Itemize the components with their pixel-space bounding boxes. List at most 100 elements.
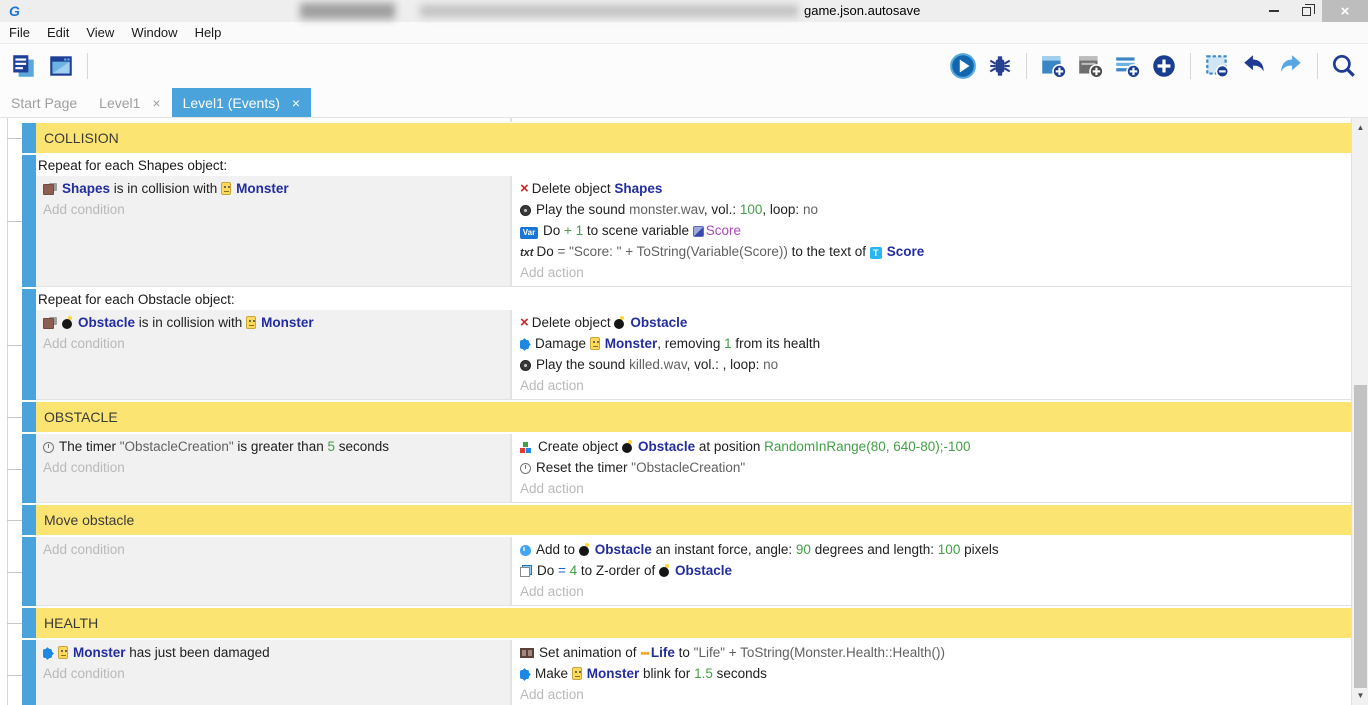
text-segment: to Z-order of bbox=[577, 563, 659, 578]
scrollbar-thumb[interactable] bbox=[1354, 385, 1367, 688]
redo-icon bbox=[1277, 52, 1305, 80]
add-action-button[interactable]: Add action bbox=[520, 375, 1351, 396]
scene-editor-button[interactable] bbox=[47, 52, 75, 80]
event-selection-bar[interactable] bbox=[22, 434, 36, 503]
actions-column: ×Delete object ObstacleDamage Monster, r… bbox=[512, 310, 1351, 399]
text-segment: 90 bbox=[796, 542, 811, 557]
condition-row[interactable]: The timer "ObstacleCreation" is greater … bbox=[43, 436, 510, 457]
action-row[interactable]: Set animation of •••Life to "Life" + ToS… bbox=[520, 642, 1351, 663]
tab-close-icon[interactable]: × bbox=[292, 95, 300, 111]
tab-start-page[interactable]: Start Page bbox=[0, 88, 88, 117]
tab-close-icon[interactable]: × bbox=[152, 95, 160, 111]
event-selection-bar[interactable] bbox=[22, 155, 36, 287]
event-group-header[interactable]: HEALTH bbox=[36, 608, 1351, 638]
add-subevent-button[interactable] bbox=[1076, 52, 1104, 80]
undo-button[interactable] bbox=[1240, 52, 1268, 80]
text-segment: to scene variable bbox=[583, 223, 693, 238]
event-selection-bar[interactable] bbox=[22, 505, 36, 535]
add-label: Add condition bbox=[43, 202, 125, 217]
tab-level1-events[interactable]: Level1 (Events) × bbox=[172, 88, 311, 117]
menu-view[interactable]: View bbox=[86, 25, 114, 40]
action-row[interactable]: Play the sound monster.wav, vol.: 100, l… bbox=[520, 199, 1351, 220]
text-segment: Monster bbox=[73, 645, 126, 660]
add-condition-button[interactable]: Add condition bbox=[43, 457, 510, 478]
debug-button[interactable] bbox=[986, 52, 1014, 80]
action-row[interactable]: Play the sound killed.wav, vol.: , loop:… bbox=[520, 354, 1351, 375]
event-selection-bar[interactable] bbox=[22, 289, 36, 400]
menu-window[interactable]: Window bbox=[131, 25, 177, 40]
event-content: Repeat for each Obstacle object:Obstacle… bbox=[36, 289, 1351, 400]
text-segment: seconds bbox=[713, 666, 767, 681]
action-row[interactable]: ×Delete object Shapes bbox=[520, 178, 1351, 199]
events-sheet: COLLISIONRepeat for each Shapes object:S… bbox=[0, 118, 1368, 705]
add-comment-button[interactable] bbox=[1113, 52, 1141, 80]
add-condition-button[interactable]: Add condition bbox=[43, 333, 510, 354]
action-row[interactable]: VarDo + 1 to scene variable Score bbox=[520, 220, 1351, 241]
conditions-column: The timer "ObstacleCreation" is greater … bbox=[36, 434, 512, 502]
redo-button[interactable] bbox=[1277, 52, 1305, 80]
menu-file[interactable]: File bbox=[9, 25, 30, 40]
add-condition-button[interactable]: Add condition bbox=[43, 663, 510, 684]
action-row[interactable]: Reset the timer "ObstacleCreation" bbox=[520, 457, 1351, 478]
force-icon bbox=[520, 545, 531, 556]
scroll-up-icon[interactable]: ▲ bbox=[1352, 120, 1368, 135]
event-group-header[interactable]: OBSTACLE bbox=[36, 402, 1351, 432]
action-row[interactable]: ×Delete object Obstacle bbox=[520, 312, 1351, 333]
minimize-icon bbox=[1269, 10, 1279, 12]
action-row[interactable]: Add to Obstacle an instant force, angle:… bbox=[520, 539, 1351, 560]
condition-row[interactable]: Obstacle is in collision with Monster bbox=[43, 312, 510, 333]
menu-help[interactable]: Help bbox=[195, 25, 222, 40]
event-group-header[interactable]: COLLISION bbox=[36, 123, 1351, 153]
scroll-down-icon[interactable]: ▼ bbox=[1352, 688, 1368, 703]
deselect-icon bbox=[1203, 52, 1231, 80]
text-segment: blink for bbox=[639, 666, 694, 681]
event-selection-bar[interactable] bbox=[22, 537, 36, 606]
text-segment: degrees and length: bbox=[811, 542, 938, 557]
event-block: Monster has just been damagedAdd conditi… bbox=[22, 640, 1351, 705]
add-action-button[interactable]: Add action bbox=[520, 684, 1351, 705]
minimize-button[interactable] bbox=[1258, 0, 1290, 22]
text-segment: Play the sound bbox=[536, 357, 629, 372]
text-segment: is greater than bbox=[234, 439, 328, 454]
close-button[interactable]: × bbox=[1322, 0, 1368, 22]
text-segment: killed.wav bbox=[629, 357, 687, 372]
add-label: Add action bbox=[520, 378, 584, 393]
event-block: The timer "ObstacleCreation" is greater … bbox=[22, 434, 1351, 503]
event-selection-bar[interactable] bbox=[22, 402, 36, 432]
action-row[interactable]: Do = 4 to Z-order of Obstacle bbox=[520, 560, 1351, 581]
actions-column: Create object Obstacle at position Rando… bbox=[512, 434, 1351, 502]
search-button[interactable] bbox=[1330, 52, 1358, 80]
event-selection-bar[interactable] bbox=[22, 640, 36, 705]
text-segment: Reset the timer bbox=[536, 460, 631, 475]
action-row[interactable]: Make Monster blink for 1.5 seconds bbox=[520, 663, 1351, 684]
conditions-column: Obstacle is in collision with MonsterAdd… bbox=[36, 310, 512, 399]
add-condition-button[interactable]: Add condition bbox=[43, 539, 510, 560]
action-row[interactable]: Create object Obstacle at position Rando… bbox=[520, 436, 1351, 457]
add-action-button[interactable]: Add action bbox=[520, 262, 1351, 283]
sound-icon bbox=[520, 360, 531, 371]
add-condition-button[interactable]: Add condition bbox=[43, 199, 510, 220]
add-new-button[interactable] bbox=[1150, 52, 1178, 80]
event-selection-bar[interactable] bbox=[22, 608, 36, 638]
add-action-button[interactable]: Add action bbox=[520, 478, 1351, 499]
add-event-button[interactable] bbox=[1039, 52, 1067, 80]
zorder-icon bbox=[520, 565, 532, 577]
action-row[interactable]: txtDo = "Score: " + ToString(Variable(Sc… bbox=[520, 241, 1351, 262]
action-row[interactable]: Damage Monster, removing 1 from its heal… bbox=[520, 333, 1351, 354]
menu-edit[interactable]: Edit bbox=[47, 25, 69, 40]
text-segment: , vol.: bbox=[704, 202, 740, 217]
tab-level1[interactable]: Level1 × bbox=[88, 88, 171, 117]
condition-row[interactable]: Shapes is in collision with Monster bbox=[43, 178, 510, 199]
event-selection-bar[interactable] bbox=[22, 123, 36, 153]
play-button[interactable] bbox=[949, 52, 977, 80]
bomb-object-icon bbox=[614, 316, 625, 329]
blurred-text-block bbox=[420, 5, 798, 17]
vertical-scrollbar[interactable]: ▲ ▼ bbox=[1351, 118, 1368, 705]
event-group-header[interactable]: Move obstacle bbox=[36, 505, 1351, 535]
deselect-button[interactable] bbox=[1203, 52, 1231, 80]
project-manager-button[interactable] bbox=[10, 52, 38, 80]
add-action-button[interactable]: Add action bbox=[520, 581, 1351, 602]
condition-row[interactable]: Monster has just been damaged bbox=[43, 642, 510, 663]
restore-button[interactable] bbox=[1290, 0, 1322, 22]
text-segment: "ObstacleCreation" bbox=[120, 439, 234, 454]
